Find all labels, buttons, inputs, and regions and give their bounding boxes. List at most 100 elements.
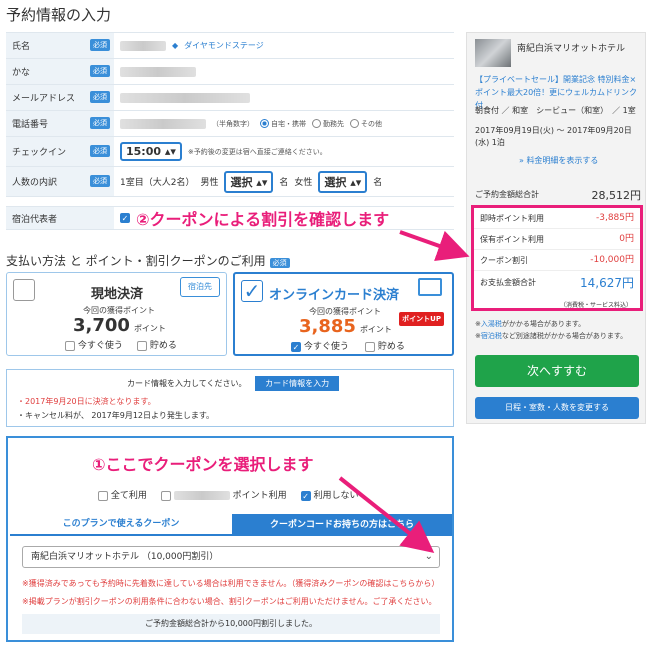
required-badge: 必須 [90, 117, 110, 129]
coupon-discount-message: ご予約金額総合計から10,000円割引しました。 [22, 614, 440, 634]
onsite-payment-title: 現地決済 [91, 287, 144, 302]
breakdown-row: 保有ポイント利用 0円 [474, 229, 640, 250]
lodging-tax-link[interactable]: 宿泊税 [481, 332, 502, 340]
male-unit: 名 [279, 178, 289, 188]
required-badge: 必須 [90, 175, 110, 187]
representative-label: 宿泊代表者 [6, 207, 114, 229]
card-prompt: カード情報を入力してください。 [127, 379, 247, 388]
checkin-label: チェックイン [12, 148, 67, 158]
phone-input[interactable] [120, 118, 206, 129]
price-detail-link[interactable]: » 料金明細を表示する [519, 155, 598, 166]
checkbox-icon: ✓ [291, 341, 301, 352]
card-info-box: カード情報を入力してください。 カード情報を入力 ・2017年9月20日に決済と… [6, 369, 454, 427]
onsite-save[interactable]: 貯める [137, 338, 177, 351]
coupon-select[interactable]: 南紀白浜マリオットホテル （10,000円割引） ⌄ [22, 546, 440, 568]
card-settlement-date: ・2017年9月20日に決済となります。 [17, 397, 156, 406]
stay-dates: 2017年09月19日(火) 〜 2017年09月20日(水) 1泊 [475, 126, 632, 147]
blurred-text [173, 491, 230, 500]
online-use-now[interactable]: ✓ 今すぐ使う [291, 339, 349, 352]
required-badge: 必須 [90, 39, 110, 51]
onsite-points-value: 3,700 [73, 315, 130, 336]
reservation-form: 氏名 必須 ◆ ダイヤモンドステージ かな 必須 メールアドレス 必須 電話番号 必須 … [6, 32, 454, 197]
name-value-blurred [120, 40, 166, 51]
male-count-select[interactable]: 選択 ▴▾ [224, 170, 274, 193]
checkbox-icon [98, 490, 108, 501]
breakdown-row: クーポン割引 -10,000円 [474, 250, 640, 271]
radio-icon [260, 118, 269, 128]
coupon-note-1: ※獲得済みであっても予約時に先着数に達している場合は利用できません。（獲得済みク… [22, 579, 440, 588]
online-payment-option[interactable]: ✓ オンラインカード決済 今回の獲得ポイント 3,885 ポイント ポイントUP … [233, 272, 454, 356]
male-label: 男性 [200, 178, 219, 188]
hotel-thumbnail [475, 39, 511, 67]
online-payment-checkbox[interactable]: ✓ [241, 280, 263, 302]
breakdown-row: 即時ポイント利用 -3,885円 [474, 208, 640, 229]
breakdown-row-total: お支払金額合計 14,627円 [480, 276, 634, 290]
payment-title: 支払い方法 と ポイント・割引クーポンのご利用 必須 [6, 252, 290, 269]
row-kana: かな 必須 [6, 59, 454, 85]
diamond-stage-label: ダイヤモンドステージ [184, 41, 264, 50]
email-label: メールアドレス [12, 94, 76, 104]
computer-icon [418, 278, 442, 296]
points-up-badge: ポイントUP [399, 312, 444, 326]
online-save[interactable]: 貯める [365, 339, 405, 352]
phone-note: （半角数字） [212, 119, 254, 128]
phone-label: 電話番号 [12, 120, 49, 130]
checkbox-icon [137, 340, 147, 351]
radio-icon [350, 118, 359, 128]
coupon-opt-all[interactable]: 全て利用 [98, 488, 147, 501]
checkbox-icon [365, 341, 375, 352]
required-badge: 必須 [90, 145, 110, 157]
onsite-payment-checkbox[interactable] [13, 279, 35, 301]
checkbox-icon [160, 490, 171, 501]
phone-type-work[interactable]: 勤務先 [312, 118, 344, 129]
onsen-tax-note: ※入湯税がかかる場合があります。 [475, 320, 586, 328]
checkin-time-select[interactable]: 15:00 ▴▾ [120, 142, 182, 161]
points-unit: ポイント [359, 325, 392, 334]
lodging-tax-note: ※宿泊税など別途諸税がかかる場合があります。 [475, 332, 628, 340]
required-badge: 必須 [90, 65, 110, 77]
female-label: 女性 [294, 178, 313, 188]
card-info-button[interactable]: カード情報を入力 [255, 376, 340, 391]
required-badge: 必須 [90, 91, 110, 103]
onsen-tax-link[interactable]: 入湯税 [481, 320, 502, 328]
female-count-select[interactable]: 選択 ▴▾ [318, 170, 368, 193]
payment-breakdown-box: 即時ポイント利用 -3,885円 保有ポイント利用 0円 クーポン割引 -10,000… [471, 205, 643, 311]
diamond-icon: ◆ [172, 41, 179, 50]
phone-type-other[interactable]: その他 [350, 118, 382, 129]
reservation-summary: 南紀白浜マリオットホテル 【プライベートセール】開業記念 特別料金×ポイント最大… [466, 32, 646, 424]
tab-plan-coupons[interactable]: このプランで使えるクーポン [10, 514, 232, 536]
representative-checkbox[interactable]: ✓ [120, 213, 130, 223]
change-booking-button[interactable]: 日程・室数・人数を変更する [475, 397, 639, 419]
onsite-payment-option[interactable]: 宿泊先 現地決済 今回の獲得ポイント 3,700 ポイント 今すぐ使う 貯める [6, 272, 227, 356]
onsite-use-now[interactable]: 今すぐ使う [65, 338, 123, 351]
total-value: 28,512円 [591, 189, 642, 202]
phone-type-home[interactable]: 自宅・携帯 [260, 118, 306, 129]
checkbox-icon [65, 340, 75, 351]
row-email: メールアドレス 必須 [6, 85, 454, 111]
card-cancel-note: ・キャンセル料が、 2017年9月12日より発生します。 [17, 411, 215, 420]
row-phone: 電話番号 必須 （半角数字） 自宅・携帯 勤務先 その他 [6, 111, 454, 137]
row-people: 人数の内訳 必須 1室目（大人2名） 男性 選択 ▴▾ 名 女性 選択 ▴▾ 名 [6, 167, 454, 197]
row-checkin: チェックイン 必須 15:00 ▴▾ ※予約後の変更は宿へ直接ご連絡ください。 [6, 137, 454, 167]
checkin-note: ※予約後の変更は宿へ直接ご連絡ください。 [187, 147, 327, 156]
tab-coupon-code[interactable]: クーポンコードお持ちの方はこちら [232, 514, 452, 536]
annotation-step2: ②クーポンによる割引を確認します [136, 210, 390, 229]
radio-icon [312, 118, 321, 128]
next-button[interactable]: 次へすすむ [475, 355, 639, 387]
coupon-opt-none[interactable]: ✓ 利用しない [300, 488, 359, 501]
coupon-note-2: ※掲載プランが割引クーポンの利用条件に合わない場合、割引クーポンはご利用いただけ… [22, 597, 437, 606]
coupon-opt-point[interactable]: ポイント利用 [160, 488, 287, 501]
tax-note: （消費税・サービス料込） [559, 302, 632, 309]
female-unit: 名 [373, 178, 383, 188]
people-label: 人数の内訳 [12, 178, 58, 188]
page-title: 予約情報の入力 [6, 6, 112, 24]
required-badge: 必須 [269, 258, 290, 268]
hotel-name: 南紀白浜マリオットホテル [517, 44, 626, 54]
total-label: ご予約金額総合計 [475, 190, 539, 199]
online-points-value: 3,885 [299, 316, 356, 337]
row-name: 氏名 必須 ◆ ダイヤモンドステージ [6, 33, 454, 59]
email-value-blurred [120, 92, 250, 103]
kana-label: かな [12, 68, 31, 78]
meal-room: 朝食付 ／ 和室 シービュー（和室） ／ 1室 [475, 106, 636, 115]
arrow-to-breakdown [399, 230, 470, 262]
